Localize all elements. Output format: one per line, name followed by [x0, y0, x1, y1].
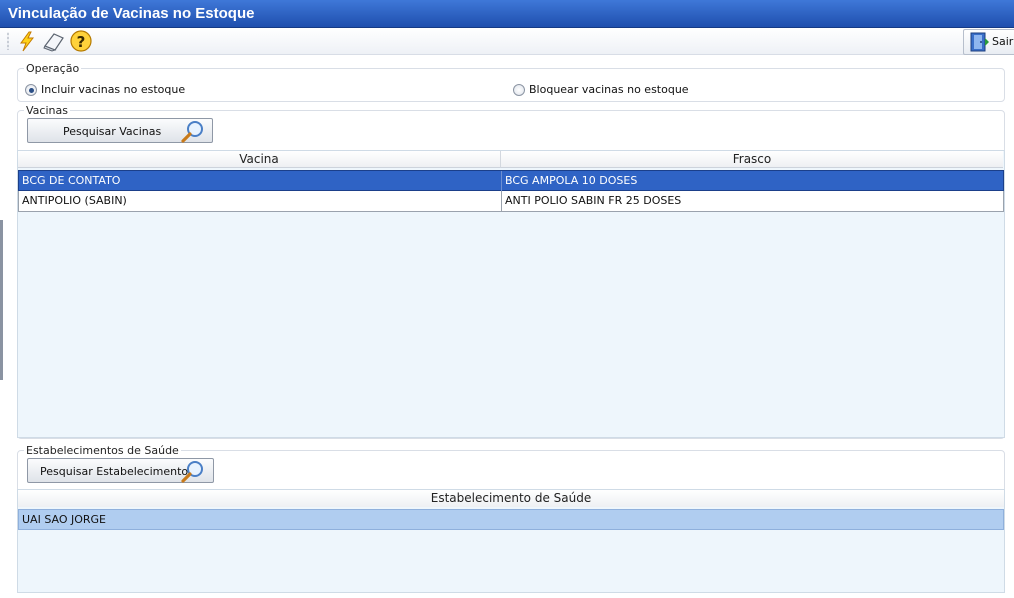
column-header-frasco[interactable]: Frasco — [500, 151, 1003, 168]
operacao-group: Operação — [17, 62, 1005, 102]
vacinas-legend: Vacinas — [26, 104, 68, 117]
pesquisar-estabelecimentos-label: Pesquisar Estabelecimentos — [40, 465, 194, 478]
radio-bloquear-dot[interactable] — [513, 84, 525, 96]
pesquisar-vacinas-label: Pesquisar Vacinas — [63, 125, 162, 138]
cell-estabelecimento: UAI SAO JORGE — [22, 513, 107, 526]
help-icon[interactable]: ? — [69, 30, 92, 52]
lightning-icon[interactable] — [16, 30, 38, 52]
exit-button[interactable]: Sair — [963, 29, 1014, 55]
pesquisar-vacinas-button[interactable]: Pesquisar Vacinas — [27, 118, 213, 143]
window-title-bar: Vinculação de Vacinas no Estoque — [0, 0, 1014, 28]
cell-frasco: BCG AMPOLA 10 DOSES — [501, 171, 1003, 192]
column-header-vacina[interactable]: Vacina — [18, 151, 500, 168]
column-header-estabelecimento[interactable]: Estabelecimento de Saúde — [18, 490, 1004, 507]
cell-vacina: ANTIPOLIO (SABIN) — [22, 194, 127, 207]
table-row[interactable]: UAI SAO JORGE — [18, 509, 1004, 530]
pesquisar-estabelecimentos-button[interactable]: Pesquisar Estabelecimentos — [27, 458, 214, 483]
toolbar: ? Sair — [0, 28, 1014, 55]
toolbar-grip[interactable] — [7, 32, 9, 50]
estabelecimentos-grid: Estabelecimento de Saúde UAI SAO JORGE — [17, 489, 1005, 593]
radio-incluir-dot[interactable] — [25, 84, 37, 96]
cell-vacina: BCG DE CONTATO — [22, 174, 121, 187]
search-icon — [181, 461, 203, 483]
search-icon — [181, 121, 203, 143]
door-exit-icon — [970, 32, 989, 52]
exit-label: Sair — [992, 35, 1014, 48]
window-title: Vinculação de Vacinas no Estoque — [8, 5, 255, 22]
svg-text:?: ? — [77, 33, 86, 51]
window-edge — [0, 220, 3, 380]
eraser-icon[interactable] — [42, 30, 64, 52]
vacinas-grid: Vacina Frasco BCG DE CONTATO BCG AMPOLA … — [17, 150, 1005, 438]
table-row[interactable]: BCG DE CONTATO BCG AMPOLA 10 DOSES — [18, 170, 1004, 192]
radio-bloquear-label: Bloquear vacinas no estoque — [529, 83, 689, 96]
estabelecimentos-legend: Estabelecimentos de Saúde — [26, 444, 179, 457]
cell-frasco: ANTI POLIO SABIN FR 25 DOSES — [501, 191, 1003, 212]
radio-incluir-label: Incluir vacinas no estoque — [41, 83, 186, 96]
operacao-legend: Operação — [26, 62, 80, 75]
table-row[interactable]: ANTIPOLIO (SABIN) ANTI POLIO SABIN FR 25… — [18, 191, 1004, 212]
